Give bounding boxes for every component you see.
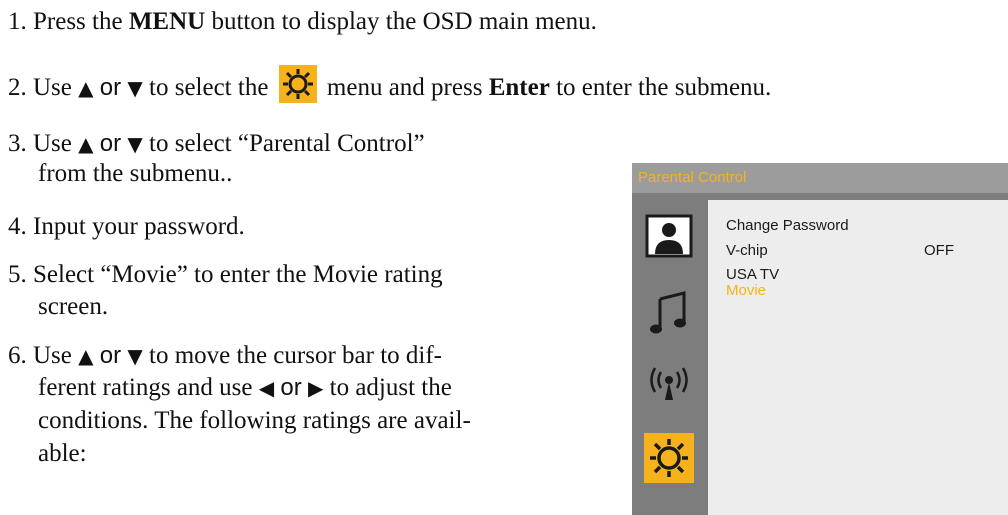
step-5: 5. Select “Movie” to enter the Movie rat… [8,258,443,292]
or-word: or [99,130,122,157]
osd-menu-screenshot: Parental Control Change Password V-chip … [632,163,1008,515]
picture-icon[interactable] [644,213,694,263]
step-number: 6. [8,342,27,369]
up-arrow-icon: ▲ [78,344,94,368]
step-number: 1. [8,8,27,35]
right-arrow-icon: ▶ [308,376,324,400]
step-6-line-2: ferent ratings and use ◀ or ▶ to adjust … [38,371,452,405]
down-arrow-icon: ▼ [127,132,143,156]
or-word: or [99,74,122,101]
step-6-line-4: able: [38,440,87,467]
or-word: or [99,342,122,369]
step-text: ferent ratings and use [38,374,259,401]
menu-item-v-chip[interactable]: V-chip [726,242,768,260]
step-text: to enter the submenu. [549,74,772,101]
v-chip-value: OFF [924,242,954,259]
left-arrow-icon: ◀ [258,376,275,400]
step-2: 2. Use ▲ or ▼ to select the menu and pre… [8,65,771,105]
down-arrow-icon: ▼ [127,344,143,368]
osd-title: Parental Control [632,163,1008,193]
antenna-icon[interactable] [644,360,694,410]
down-arrow-icon: ▼ [127,76,143,100]
settings-menu-icon [278,65,317,103]
menu-item-movie[interactable]: Movie [726,282,766,300]
step-text: Use [33,342,79,369]
step-text: to select “Parental Control” [142,130,425,157]
music-icon[interactable] [644,287,694,337]
settings-icon[interactable] [644,433,694,483]
step-text: Use [33,74,79,101]
step-3: 3. Use ▲ or ▼ to select “Parental Contro… [8,127,425,161]
osd-submenu-panel: Change Password V-chip OFF USA TV Movie [708,200,1008,515]
or-word: or [280,374,302,401]
step-6-line-3: conditions. The following ratings are av… [38,407,471,434]
step-text: Use [33,130,79,157]
step-text: Press the [33,8,129,35]
step-text: Select “Movie” to enter the Movie rating [33,261,443,288]
step-1: 1. Press the MENU button to display the … [8,5,597,39]
menu-item-change-password[interactable]: Change Password [726,217,849,235]
step-number: 3. [8,130,27,157]
step-text: menu and press [320,74,489,101]
enter-keyword: Enter [488,74,550,101]
step-text: to adjust the [323,374,452,401]
step-number: 4. [8,213,27,240]
menu-keyword: MENU [128,8,206,35]
step-6: 6. Use ▲ or ▼ to move the cursor bar to … [8,339,442,373]
step-text: button to display the OSD main menu. [205,8,597,35]
step-3-continued: from the submenu.. [38,160,233,187]
step-4: 4. Input your password. [8,210,245,244]
up-arrow-icon: ▲ [78,132,94,156]
step-number: 5. [8,261,27,288]
step-number: 2. [8,74,27,101]
step-5-continued: screen. [38,293,109,320]
step-text: Input your password. [33,213,245,240]
step-text: to select the [142,74,275,101]
step-text: to move the cursor bar to dif- [142,342,442,369]
up-arrow-icon: ▲ [78,76,94,100]
